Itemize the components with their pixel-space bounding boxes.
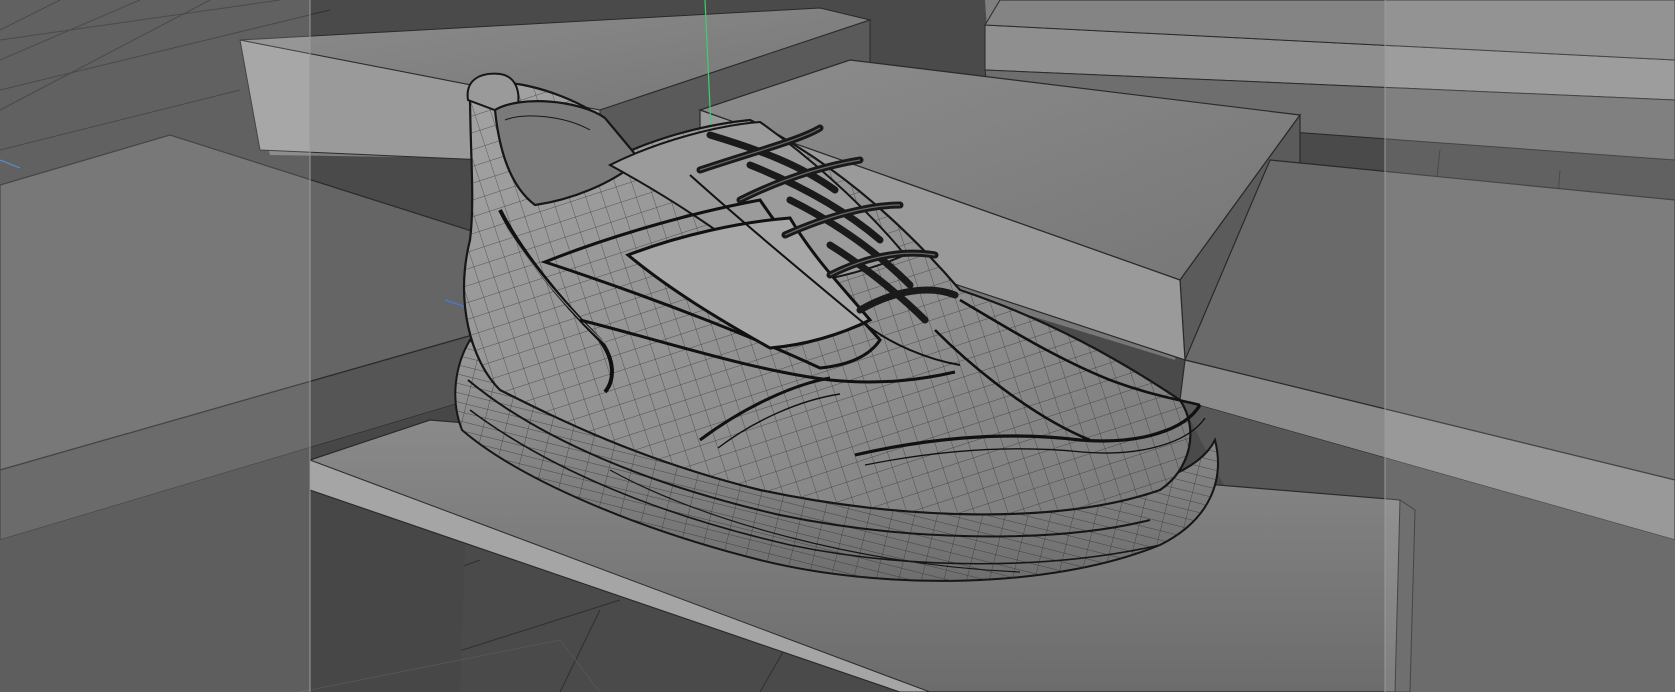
viewport-canvas[interactable] [0, 0, 1675, 692]
3d-viewport[interactable] [0, 0, 1675, 692]
